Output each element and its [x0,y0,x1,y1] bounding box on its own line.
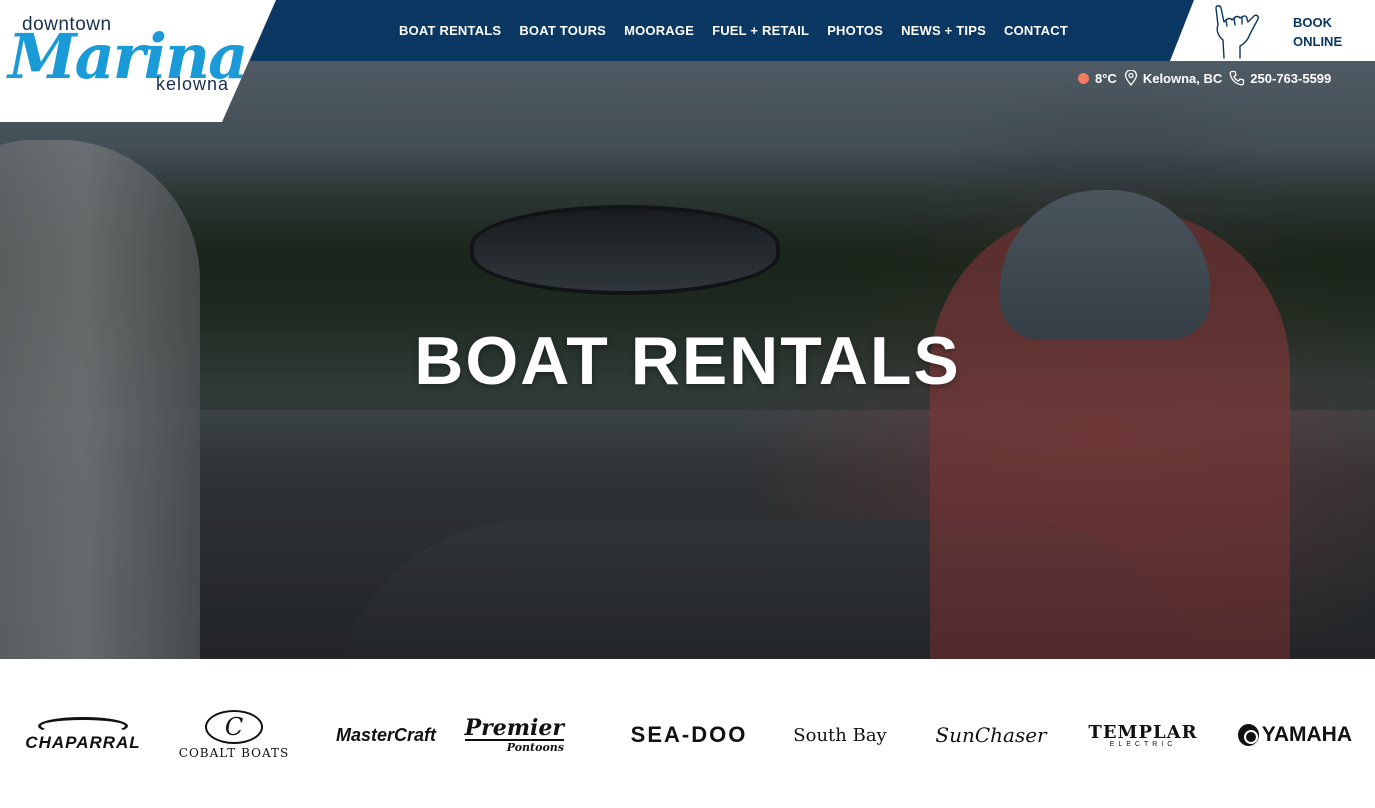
shaka-hand-icon[interactable] [1210,2,1262,60]
nav-fuel-retail[interactable]: FUEL + RETAIL [712,23,809,38]
location-text[interactable]: Kelowna, BC [1143,71,1222,86]
brand-logo-sunchaser[interactable]: SunChaser [932,709,1050,761]
brand-name: COBALT BOATS [178,746,290,760]
location-pin-icon [1124,70,1137,86]
brand-logo-seadoo[interactable]: SEA-DOO [626,709,752,761]
cobalt-seal-icon: C [205,710,263,744]
nav-photos[interactable]: PHOTOS [827,23,883,38]
brand-name: SunChaser [935,723,1047,747]
brand-name: YAMAHA [1261,723,1352,746]
brand-name: SEA-DOO [630,722,748,747]
nav-moorage[interactable]: MOORAGE [624,23,694,38]
temperature: 8°C [1095,70,1117,86]
site-logo[interactable]: downtown Marina kelowna [8,12,248,112]
book-online-panel[interactable] [1170,0,1375,61]
phone-link[interactable]: 250-763-5599 [1250,71,1331,86]
brand-logo-mastercraft[interactable]: MasterCraft [320,709,452,761]
nav-boat-tours[interactable]: BOAT TOURS [519,23,606,38]
weather-status-dot [1078,72,1089,84]
brand-logo-premier[interactable]: Premier Pontoons [464,709,564,761]
logo-text-kelowna: kelowna [156,74,230,94]
yamaha-emblem-icon [1238,724,1259,746]
brand-logo-cobalt[interactable]: C COBALT BOATS [178,709,290,761]
brand-name: CHAPARRAL [25,733,141,752]
brand-subname: Pontoons [506,740,564,754]
brand-logo-strip: CHAPARRAL C COBALT BOATS MasterCraft Pre… [0,659,1375,808]
brand-logo-chaparral[interactable]: CHAPARRAL [24,709,142,761]
nav-boat-rentals[interactable]: BOAT RENTALS [399,23,501,38]
page-title: BOAT RENTALS [414,323,961,399]
brand-logo-templar[interactable]: TEMPLAR ELECTRIC [1085,709,1201,761]
info-bar: 8°C Kelowna, BC 250-763-5599 [1078,68,1331,88]
brand-name: South Bay [793,724,887,746]
phone-icon [1229,70,1245,86]
main-nav: BOAT RENTALS BOAT TOURS MOORAGE FUEL + R… [399,0,1086,61]
brand-name: Premier [464,714,564,741]
brand-name: MasterCraft [335,724,437,745]
book-online-line1: BOOK [1293,15,1332,30]
nav-contact[interactable]: CONTACT [1004,23,1068,38]
brand-subname: ELECTRIC [1109,741,1177,748]
nav-news-tips[interactable]: NEWS + TIPS [901,23,986,38]
brand-logo-southbay[interactable]: South Bay [784,709,896,761]
brand-name: TEMPLAR [1088,722,1198,743]
brand-logo-yamaha[interactable]: YAMAHA [1238,709,1352,761]
book-online-line2: ONLINE [1293,34,1343,49]
book-online-button[interactable]: BOOK ONLINE [1293,13,1342,51]
